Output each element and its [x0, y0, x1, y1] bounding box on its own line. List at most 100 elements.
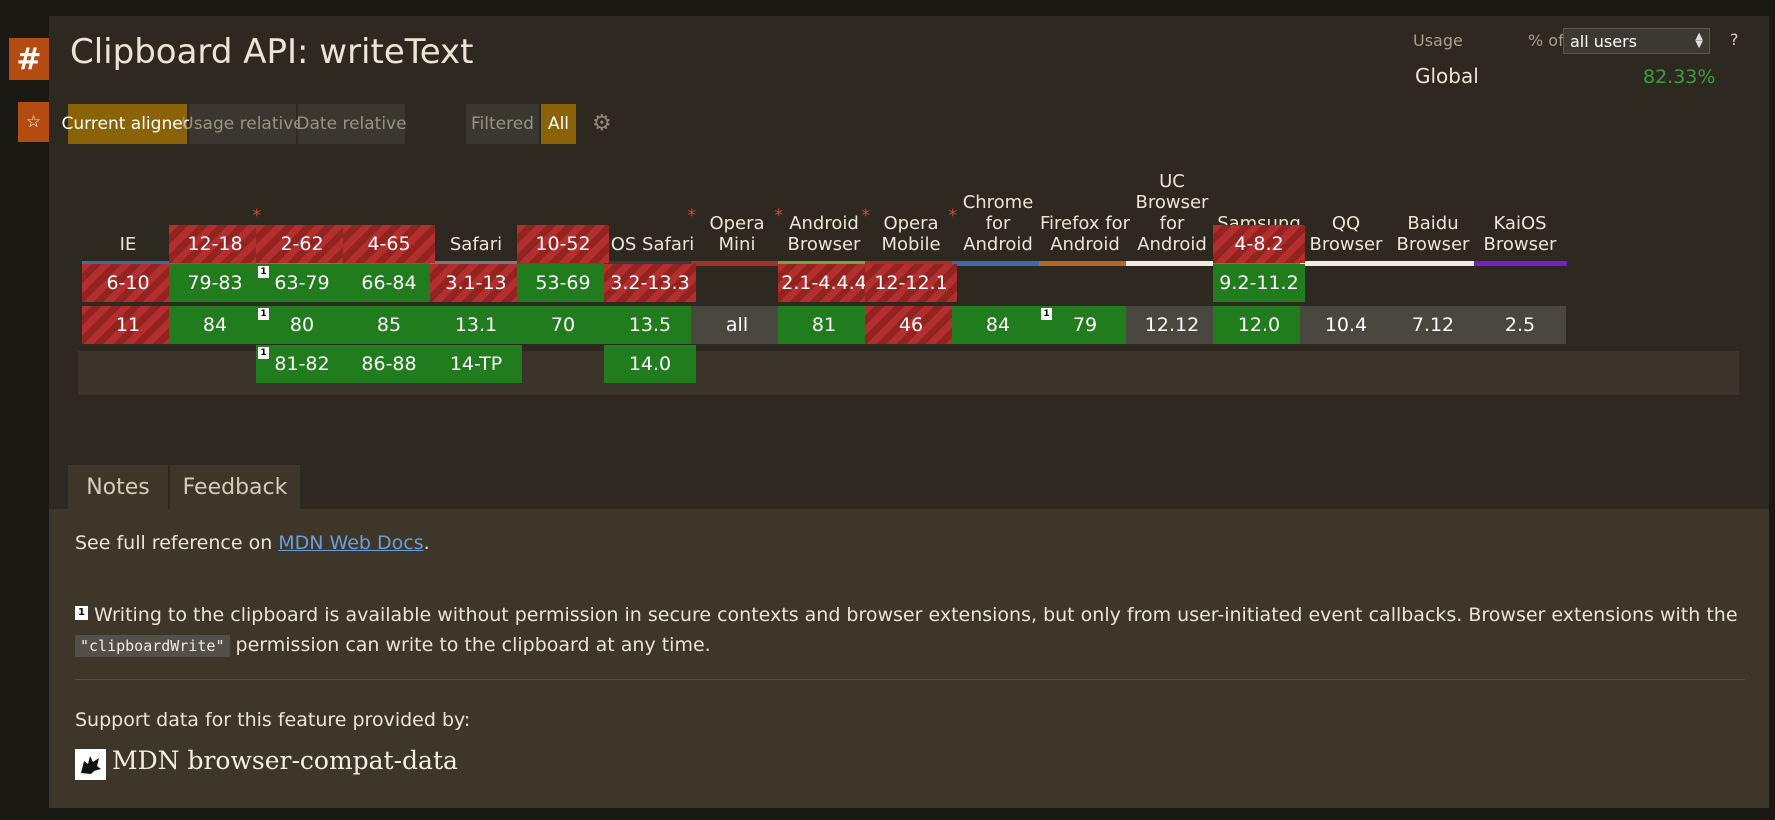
browser-header-kaios-browser: KaiOS Browser	[1474, 161, 1566, 261]
filtered-button[interactable]: Filtered	[466, 104, 539, 144]
support-cell[interactable]: 14.0	[604, 345, 696, 383]
support-cell[interactable]: 84	[169, 306, 261, 344]
select-arrows-icon: ▲ ▼	[1695, 31, 1703, 50]
support-cell[interactable]: 10.4	[1300, 306, 1392, 344]
tab-notes[interactable]: Notes	[68, 465, 168, 509]
browser-name: iOS Safari	[605, 234, 695, 255]
support-cell[interactable]: 12.12	[1126, 306, 1218, 344]
note-1: 1 Writing to the clipboard is available …	[75, 600, 1745, 661]
support-cell[interactable]: 84	[952, 306, 1044, 344]
page-title: Clipboard API: writeText	[70, 32, 474, 72]
browser-name: UC Browser for Android	[1135, 171, 1209, 255]
support-cell[interactable]: 12-12.1	[865, 264, 957, 302]
version-range: 3.2-13.3	[610, 272, 690, 294]
current-aligned-button[interactable]: Current aligned	[62, 104, 193, 144]
note-number-badge: 1	[75, 606, 88, 620]
version-range: 85	[376, 314, 402, 336]
note-badge: 1	[258, 266, 269, 278]
reference-suffix: .	[423, 532, 430, 554]
date-relative-button[interactable]: Date relative	[296, 104, 407, 144]
browser-color-bar	[1039, 261, 1132, 266]
browser-color-bar	[1126, 261, 1219, 266]
browser-color-bar	[1387, 261, 1480, 266]
support-cell[interactable]: 13.5	[604, 306, 696, 344]
support-cell[interactable]: 12.0	[1213, 306, 1305, 344]
support-cell[interactable]: 11	[82, 306, 174, 344]
support-cell[interactable]: 1 80	[256, 306, 348, 344]
version-range: 12.0	[1237, 314, 1281, 336]
support-data-label: Support data for this feature provided b…	[75, 709, 471, 731]
browser-color-bar	[1300, 261, 1393, 266]
usage-scope-select[interactable]: all users ▲ ▼	[1563, 28, 1710, 54]
note-text: Writing to the clipboard is available wi…	[88, 604, 1738, 626]
support-cell[interactable]: 46	[865, 306, 957, 344]
support-cell[interactable]: 14-TP	[430, 345, 522, 383]
version-range: 4-65	[367, 233, 411, 255]
support-cell[interactable]: 2.5	[1474, 306, 1566, 344]
support-cell[interactable]: 2.1-4.4.4	[778, 264, 870, 302]
version-range: 84	[202, 314, 228, 336]
browser-name: Safari	[449, 234, 503, 255]
gear-icon[interactable]: ⚙	[592, 111, 612, 136]
mdn-browser-compat-data-link[interactable]: MDN browser-compat-data	[112, 746, 458, 775]
version-range: 12.12	[1144, 314, 1200, 336]
support-cell[interactable]: 81	[778, 306, 870, 344]
support-cell[interactable]: 1 63-79	[256, 264, 348, 302]
support-cell[interactable]: 3.2-13.3	[604, 264, 696, 302]
help-link[interactable]: ?	[1730, 30, 1739, 49]
browser-name: Baidu Browser	[1396, 213, 1470, 255]
version-range: 79-83	[187, 272, 243, 294]
mdn-logo-icon	[75, 749, 106, 780]
tab-feedback[interactable]: Feedback	[170, 465, 300, 509]
feature-link-button[interactable]: #	[9, 38, 49, 80]
browser-header-qq-browser: QQ Browser	[1300, 161, 1392, 261]
browser-color-bar	[1474, 261, 1567, 266]
support-cell[interactable]: 70	[517, 306, 609, 344]
divider	[75, 679, 1745, 680]
version-range: 63-79	[274, 272, 330, 294]
support-cell[interactable]: 13.1	[430, 306, 522, 344]
support-cell[interactable]: 86-88	[343, 345, 435, 383]
browser-color-bar	[691, 261, 784, 266]
browser-header-opera-mobile: Opera Mobile *	[865, 161, 957, 261]
support-cell[interactable]: 1 81-82	[256, 345, 348, 383]
version-range: 12-12.1	[874, 272, 948, 294]
support-cell[interactable]: 2-62	[256, 225, 348, 263]
note-text-end: permission can write to the clipboard at…	[229, 634, 711, 656]
support-cell[interactable]: 3.1-13	[430, 264, 522, 302]
support-cell[interactable]: 12-18	[169, 225, 261, 263]
support-cell[interactable]: 4-8.2	[1213, 225, 1305, 263]
note-badge: 1	[258, 347, 269, 359]
browser-header-chrome-for-android: Chrome for Android	[952, 161, 1044, 261]
reference-prefix: See full reference on	[75, 532, 279, 554]
browser-name: Opera Mobile	[881, 213, 941, 255]
support-cell[interactable]: 1 79	[1039, 306, 1131, 344]
reference-line: See full reference on MDN Web Docs.	[75, 532, 430, 554]
support-cell[interactable]: 9.2-11.2	[1213, 264, 1305, 302]
support-cell[interactable]: 7.12	[1387, 306, 1479, 344]
browser-header-ie: IE	[82, 161, 174, 261]
version-range: 86-88	[361, 353, 417, 375]
browser-name: Firefox for Android	[1039, 213, 1131, 255]
support-cell[interactable]: 66-84	[343, 264, 435, 302]
all-button[interactable]: All	[541, 104, 576, 144]
version-range: 79	[1072, 314, 1098, 336]
usage-relative-button[interactable]: Usage relative	[181, 104, 304, 144]
support-cell[interactable]: 4-65	[343, 225, 435, 263]
support-cell[interactable]: 79-83	[169, 264, 261, 302]
browser-header-baidu-browser: Baidu Browser	[1387, 161, 1479, 261]
browser-name: Chrome for Android	[962, 192, 1034, 255]
version-range: 70	[550, 314, 576, 336]
support-cell[interactable]: all	[691, 306, 783, 344]
browser-header-firefox-for-android: Firefox for Android	[1039, 161, 1131, 261]
support-cell[interactable]: 6-10	[82, 264, 174, 302]
mdn-web-docs-link[interactable]: MDN Web Docs	[278, 532, 423, 554]
support-cell[interactable]: 85	[343, 306, 435, 344]
browser-name: Android Browser	[787, 213, 861, 255]
browser-name: Opera Mini	[709, 213, 765, 255]
support-cell[interactable]: 53-69	[517, 264, 609, 302]
version-range: 14-TP	[449, 353, 503, 375]
support-cell[interactable]: 10-52	[517, 225, 609, 263]
browser-header-uc-browser-for-android: UC Browser for Android	[1126, 161, 1218, 261]
star-button[interactable]: ☆	[18, 102, 49, 142]
